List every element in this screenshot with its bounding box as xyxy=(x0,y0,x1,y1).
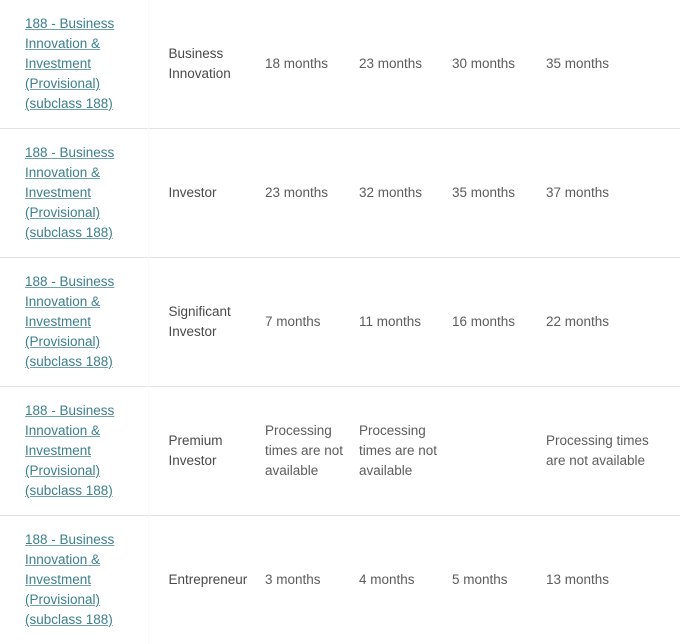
table-body: 188 - Business Innovation & Investment (… xyxy=(0,0,680,644)
visa-subclass-cell: 188 - Business Innovation & Investment (… xyxy=(0,0,148,129)
visa-stream-cell: Entrepreneur xyxy=(148,516,265,644)
visa-stream-label: Business Innovation xyxy=(169,46,231,81)
processing-time-cell-4: 13 months xyxy=(546,516,680,644)
processing-time-value: 23 months xyxy=(265,183,345,203)
visa-stream-label: Premium Investor xyxy=(169,433,223,468)
visa-subclass-link[interactable]: 188 - Business Innovation & Investment (… xyxy=(25,16,114,111)
processing-time-value: 11 months xyxy=(359,312,438,332)
processing-time-value: Processing times are not available xyxy=(546,431,666,471)
visa-stream-label: Investor xyxy=(169,185,217,200)
processing-time-cell-1: 7 months xyxy=(265,258,359,387)
processing-time-value: 7 months xyxy=(265,312,345,332)
processing-time-value: 37 months xyxy=(546,183,666,203)
processing-time-cell-3: 5 months xyxy=(452,516,546,644)
visa-stream-cell: Business Innovation xyxy=(148,0,265,129)
processing-time-value: 4 months xyxy=(359,570,438,590)
processing-time-value: Processing times are not available xyxy=(359,421,438,481)
processing-time-value: 32 months xyxy=(359,183,438,203)
processing-time-cell-2: 11 months xyxy=(359,258,452,387)
visa-subclass-cell: 188 - Business Innovation & Investment (… xyxy=(0,129,148,258)
processing-time-value: 3 months xyxy=(265,570,345,590)
processing-time-cell-4: Processing times are not available xyxy=(546,387,680,516)
visa-subclass-cell: 188 - Business Innovation & Investment (… xyxy=(0,516,148,644)
processing-time-cell-2: 32 months xyxy=(359,129,452,258)
table-row: 188 - Business Innovation & Investment (… xyxy=(0,129,680,258)
processing-time-cell-2: Processing times are not available xyxy=(359,387,452,516)
visa-stream-cell: Investor xyxy=(148,129,265,258)
processing-time-value: 22 months xyxy=(546,312,666,332)
processing-time-value: 18 months xyxy=(265,54,345,74)
processing-time-value: 30 months xyxy=(452,54,532,74)
table-row: 188 - Business Innovation & Investment (… xyxy=(0,387,680,516)
processing-time-value: 35 months xyxy=(546,54,666,74)
visa-subclass-cell: 188 - Business Innovation & Investment (… xyxy=(0,258,148,387)
table-row: 188 - Business Innovation & Investment (… xyxy=(0,258,680,387)
processing-time-value: 5 months xyxy=(452,570,532,590)
visa-stream-cell: Premium Investor xyxy=(148,387,265,516)
processing-time-value: Processing times are not available xyxy=(265,421,345,481)
visa-subclass-link[interactable]: 188 - Business Innovation & Investment (… xyxy=(25,145,114,240)
processing-time-cell-3: 35 months xyxy=(452,129,546,258)
processing-time-cell-2: 4 months xyxy=(359,516,452,644)
visa-stream-label: Significant Investor xyxy=(169,304,231,339)
visa-subclass-link[interactable]: 188 - Business Innovation & Investment (… xyxy=(25,403,114,498)
processing-time-cell-3 xyxy=(452,387,546,516)
processing-time-cell-3: 16 months xyxy=(452,258,546,387)
visa-subclass-cell: 188 - Business Innovation & Investment (… xyxy=(0,387,148,516)
processing-time-cell-4: 22 months xyxy=(546,258,680,387)
table-row: 188 - Business Innovation & Investment (… xyxy=(0,516,680,644)
processing-time-cell-1: 23 months xyxy=(265,129,359,258)
processing-time-cell-3: 30 months xyxy=(452,0,546,129)
table-row: 188 - Business Innovation & Investment (… xyxy=(0,0,680,129)
processing-time-cell-1: Processing times are not available xyxy=(265,387,359,516)
visa-stream-label: Entrepreneur xyxy=(169,572,248,587)
processing-time-cell-1: 18 months xyxy=(265,0,359,129)
processing-time-cell-4: 37 months xyxy=(546,129,680,258)
processing-time-value xyxy=(452,451,532,452)
processing-time-cell-4: 35 months xyxy=(546,0,680,129)
visa-stream-cell: Significant Investor xyxy=(148,258,265,387)
processing-time-cell-2: 23 months xyxy=(359,0,452,129)
visa-processing-times-table: 188 - Business Innovation & Investment (… xyxy=(0,0,680,644)
processing-time-value: 13 months xyxy=(546,570,666,590)
processing-time-value: 35 months xyxy=(452,183,532,203)
visa-subclass-link[interactable]: 188 - Business Innovation & Investment (… xyxy=(25,274,114,369)
processing-time-value: 16 months xyxy=(452,312,532,332)
processing-time-value: 23 months xyxy=(359,54,438,74)
processing-time-cell-1: 3 months xyxy=(265,516,359,644)
